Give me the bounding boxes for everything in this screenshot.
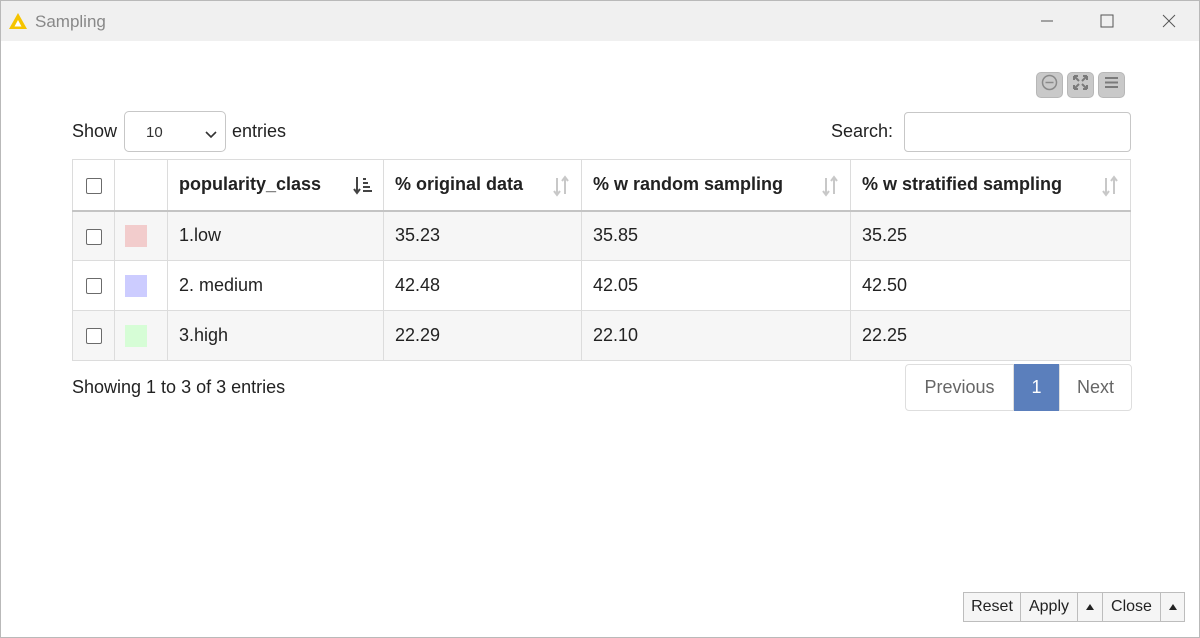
color-swatch: [125, 274, 147, 297]
cell-popularity-class: 3.high: [167, 310, 384, 361]
select-all-cell: [72, 159, 115, 212]
sort-both-icon: [551, 175, 571, 202]
cell-popularity-class: 1.low: [167, 210, 384, 261]
table-row[interactable]: 1.low 35.23 35.85 35.25: [72, 210, 1131, 261]
column-header-stratified-sampling[interactable]: % w stratified sampling: [850, 159, 1131, 212]
sampling-window: Sampling Show 10 entries Search: popular…: [0, 0, 1200, 638]
color-swatch: [125, 224, 147, 247]
previous-page-button[interactable]: Previous: [905, 364, 1014, 411]
row-color-cell: [114, 310, 168, 361]
close-button[interactable]: Close: [1103, 592, 1161, 622]
apply-button[interactable]: Apply: [1021, 592, 1078, 622]
cell-random-sampling: 42.05: [581, 260, 851, 311]
cell-popularity-class: 2. medium: [167, 260, 384, 311]
collapse-button[interactable]: [1036, 72, 1063, 98]
cell-stratified-sampling: 42.50: [850, 260, 1131, 311]
table-info: Showing 1 to 3 of 3 entries: [72, 377, 286, 397]
row-color-cell: [114, 210, 168, 261]
cell-original-data: 42.48: [383, 260, 582, 311]
next-page-button[interactable]: Next: [1059, 364, 1132, 411]
row-color-cell: [114, 260, 168, 311]
show-label: Show: [72, 121, 118, 141]
chevron-down-icon: [205, 127, 217, 144]
data-table: popularity_class % original data % w ran…: [72, 159, 1131, 361]
cell-stratified-sampling: 22.25: [850, 310, 1131, 361]
close-options-button[interactable]: [1161, 592, 1185, 622]
header-row: popularity_class % original data % w ran…: [72, 159, 1131, 212]
color-swatch: [125, 324, 147, 347]
collapse-icon: [1041, 74, 1058, 96]
fullscreen-icon: [1072, 74, 1089, 96]
cell-stratified-sampling: 35.25: [850, 210, 1131, 261]
pagination: Previous 1 Next: [905, 364, 1132, 411]
column-header-random-sampling[interactable]: % w random sampling: [581, 159, 851, 212]
minimize-button[interactable]: [1016, 1, 1078, 41]
caret-up-icon: [1085, 598, 1095, 616]
close-window-button[interactable]: [1138, 1, 1200, 41]
reset-button[interactable]: Reset: [963, 592, 1021, 622]
column-label: popularity_class: [179, 174, 322, 195]
sort-both-icon: [1100, 175, 1120, 202]
table-row[interactable]: 3.high 22.29 22.10 22.25: [72, 310, 1131, 361]
column-label: % original data: [395, 174, 524, 195]
sort-ascending-icon: [353, 175, 373, 200]
window-title: Sampling: [35, 12, 106, 31]
view-toolbar: [1036, 72, 1125, 98]
column-label: % w random sampling: [593, 174, 784, 195]
close-icon: [1162, 14, 1176, 28]
sort-both-icon: [820, 175, 840, 202]
row-select-cell: [72, 210, 115, 261]
knime-warning-icon: [8, 12, 28, 30]
entries-per-page-select[interactable]: 10: [124, 111, 226, 152]
row-checkbox[interactable]: [85, 228, 102, 245]
cell-random-sampling: 35.85: [581, 210, 851, 261]
cell-original-data: 35.23: [383, 210, 582, 261]
maximize-icon: [1100, 14, 1114, 28]
row-checkbox[interactable]: [85, 278, 102, 295]
footer-buttons: Reset Apply Close: [963, 592, 1185, 622]
cell-random-sampling: 22.10: [581, 310, 851, 361]
page-1-button[interactable]: 1: [1014, 364, 1059, 411]
table-row[interactable]: 2. medium 42.48 42.05 42.50: [72, 260, 1131, 311]
title-bar: Sampling: [1, 1, 1199, 41]
menu-icon: [1103, 74, 1120, 96]
select-all-checkbox[interactable]: [85, 177, 102, 194]
entries-label: entries: [232, 121, 287, 141]
column-label: % w stratified sampling: [862, 174, 1063, 195]
row-select-cell: [72, 260, 115, 311]
fullscreen-button[interactable]: [1067, 72, 1094, 98]
row-select-cell: [72, 310, 115, 361]
column-header-original-data[interactable]: % original data: [383, 159, 582, 212]
search-input[interactable]: [904, 112, 1131, 152]
maximize-button[interactable]: [1076, 1, 1138, 41]
minimize-icon: [1040, 14, 1054, 28]
apply-options-button[interactable]: [1078, 592, 1103, 622]
menu-button[interactable]: [1098, 72, 1125, 98]
column-header-popularity-class[interactable]: popularity_class: [167, 159, 384, 212]
entries-per-page-value: 10: [146, 124, 163, 141]
cell-original-data: 22.29: [383, 310, 582, 361]
caret-up-icon: [1168, 598, 1178, 616]
color-column-header: [114, 159, 168, 212]
row-checkbox[interactable]: [85, 328, 102, 345]
search-label: Search:: [831, 121, 894, 141]
